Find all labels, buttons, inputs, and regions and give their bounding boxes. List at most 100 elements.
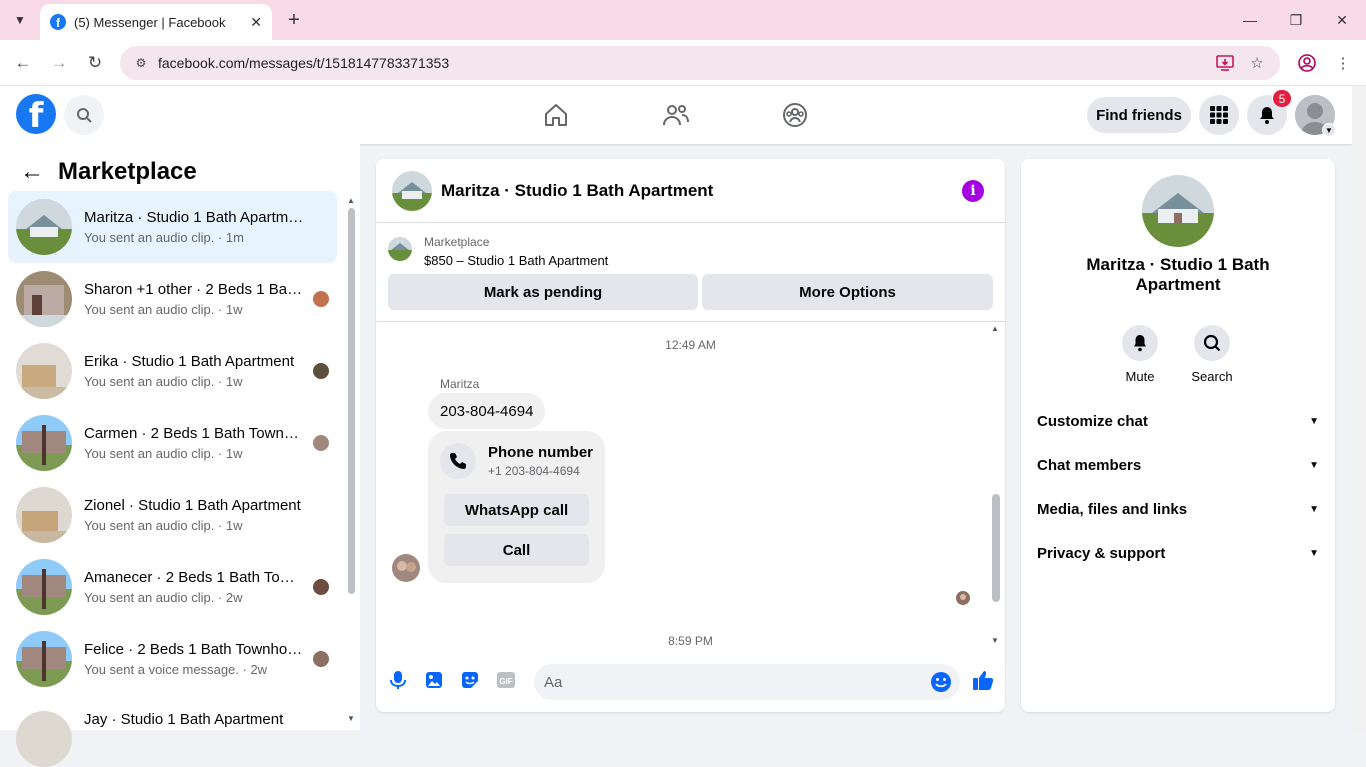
read-receipt-avatar xyxy=(956,591,970,605)
groups-icon[interactable] xyxy=(780,100,810,130)
search-action[interactable]: Search xyxy=(1182,325,1242,384)
marketplace-listing[interactable]: Marketplace $850 – Studio 1 Bath Apartme… xyxy=(388,235,608,268)
minimize-icon[interactable]: — xyxy=(1240,10,1260,30)
mute-action[interactable]: Mute xyxy=(1110,325,1170,384)
info-icon[interactable]: i xyxy=(962,180,984,202)
search-label: Search xyxy=(1191,369,1233,384)
call-button[interactable]: Call xyxy=(444,534,589,566)
conversation-preview: You sent an audio clip. · 2w xyxy=(84,590,243,605)
details-name: Maritza · Studio 1 Bath Apartment xyxy=(1086,255,1270,294)
more-options-button[interactable]: More Options xyxy=(702,274,993,310)
listing-thumbnail xyxy=(388,237,412,261)
browser-menu-icon[interactable]: ⋮ xyxy=(1332,52,1354,74)
seen-avatar xyxy=(313,363,329,379)
profile-icon[interactable] xyxy=(1296,52,1318,74)
conversation-name: Sharon +1 other · 2 Beds 1 Bath Townhous… xyxy=(84,281,304,298)
phone-number-card: Phone number +1 203-804-4694 WhatsApp ca… xyxy=(428,431,605,583)
chat-avatar[interactable] xyxy=(392,170,432,211)
conversation-item[interactable]: Sharon +1 other · 2 Beds 1 Bath Townhous… xyxy=(8,263,337,335)
conversation-preview: You sent an audio clip. · 1m xyxy=(84,230,244,245)
tab-search-chevron-icon[interactable]: ▼ xyxy=(8,8,32,32)
facebook-logo-icon[interactable]: f xyxy=(16,94,56,134)
url-text[interactable]: facebook.com/messages/t/1518147783371353 xyxy=(158,55,449,71)
house-thumbnail xyxy=(16,271,72,327)
friends-icon[interactable] xyxy=(661,100,691,130)
apartment-thumbnail xyxy=(16,343,72,399)
chat-members-row[interactable]: Chat members ▼ xyxy=(1037,445,1319,485)
like-thumbs-up-icon[interactable] xyxy=(971,668,995,692)
message-bubble[interactable]: 203-804-4694 xyxy=(428,393,546,429)
chevron-down-icon: ▼ xyxy=(1309,415,1319,427)
chat-details-panel: Maritza · Studio 1 Bath Apartment Mute S… xyxy=(1021,159,1335,712)
conversation-list-scrollbar[interactable]: ▲ ▼ xyxy=(344,196,358,726)
chevron-down-icon: ▼ xyxy=(1309,459,1319,471)
forward-icon[interactable]: → xyxy=(48,52,70,74)
conversation-preview: You sent an audio clip. · 1w xyxy=(84,374,243,389)
conversation-preview: You sent an audio clip. · 1w xyxy=(84,518,243,533)
house-thumbnail xyxy=(16,199,72,255)
seen-avatar xyxy=(313,579,329,595)
conversation-item[interactable]: Maritza · Studio 1 Bath Apartment You sen… xyxy=(8,191,337,263)
emoji-icon[interactable] xyxy=(930,671,952,693)
browser-tab-bar: ▼ f (5) Messenger | Facebook ✕ + — ❐ ✕ xyxy=(0,0,1366,40)
search-icon[interactable] xyxy=(1194,325,1230,361)
conversation-preview: You sent an audio clip. · 1w xyxy=(84,446,243,461)
whatsapp-call-button[interactable]: WhatsApp call xyxy=(444,494,589,526)
home-icon[interactable] xyxy=(541,100,571,130)
phone-icon xyxy=(440,443,476,479)
mark-as-pending-button[interactable]: Mark as pending xyxy=(388,274,698,310)
omnibox[interactable]: ⚙ facebook.com/messages/t/15181477833713… xyxy=(120,46,1280,80)
chat-title[interactable]: Maritza · Studio 1 Bath Apartment xyxy=(441,181,713,201)
conversation-item[interactable]: Jay · Studio 1 Bath Apartment xyxy=(8,695,337,767)
bell-icon[interactable] xyxy=(1122,325,1158,361)
site-info-icon[interactable]: ⚙ xyxy=(132,54,150,72)
install-app-icon[interactable] xyxy=(1214,52,1236,74)
media-files-links-row[interactable]: Media, files and links ▼ xyxy=(1037,489,1319,529)
close-tab-icon[interactable]: ✕ xyxy=(250,14,262,31)
customize-chat-row[interactable]: Customize chat ▼ xyxy=(1037,401,1319,441)
row-label: Media, files and links xyxy=(1037,500,1188,518)
back-icon[interactable]: ← xyxy=(12,52,34,74)
message-input-wrapper xyxy=(534,664,960,700)
conversation-item[interactable]: Amanecer · 2 Beds 1 Bath Townhouse You se… xyxy=(8,551,337,623)
restore-icon[interactable]: ❐ xyxy=(1286,10,1306,30)
sender-avatar[interactable] xyxy=(392,554,420,582)
message-input[interactable] xyxy=(544,673,914,691)
close-window-icon[interactable]: ✕ xyxy=(1332,10,1352,30)
conversation-item[interactable]: Carmen · 2 Beds 1 Bath Townhouse You sent… xyxy=(8,407,337,479)
search-icon[interactable] xyxy=(64,95,104,135)
sticker-icon[interactable] xyxy=(458,668,482,692)
message-scrollbar[interactable]: ▲ ▼ xyxy=(989,322,1003,655)
seen-avatar xyxy=(313,291,329,307)
townhouse-thumbnail xyxy=(16,631,72,687)
svg-text:GIF: GIF xyxy=(499,677,512,686)
account-chevron-icon[interactable]: ▼ xyxy=(1322,123,1336,137)
find-friends-button[interactable]: Find friends xyxy=(1087,97,1191,133)
chat-header: Maritza · Studio 1 Bath Apartment xyxy=(376,159,1005,223)
back-arrow-icon[interactable]: ← xyxy=(20,158,44,186)
bookmark-star-icon[interactable]: ☆ xyxy=(1246,52,1268,74)
menu-grid-icon[interactable] xyxy=(1199,95,1239,135)
photo-icon[interactable] xyxy=(422,668,446,692)
conversation-item[interactable]: Felice · 2 Beds 1 Bath Townhouse You sent… xyxy=(8,623,337,695)
message-composer: GIF xyxy=(376,654,1005,712)
timestamp: 8:59 PM xyxy=(668,634,713,648)
privacy-support-row[interactable]: Privacy & support ▼ xyxy=(1037,533,1319,573)
page-scrollbar[interactable] xyxy=(1352,86,1366,730)
chat-panel: Maritza · Studio 1 Bath Apartment i Mark… xyxy=(376,159,1005,712)
seen-avatar xyxy=(313,435,329,451)
details-avatar[interactable] xyxy=(1142,175,1214,247)
card-phone-number: +1 203-804-4694 xyxy=(488,464,580,478)
chevron-down-icon: ▼ xyxy=(1309,503,1319,515)
reload-icon[interactable]: ↻ xyxy=(84,52,106,74)
card-title: Phone number xyxy=(488,444,594,461)
townhouse-thumbnail xyxy=(16,415,72,471)
townhouse-thumbnail xyxy=(16,559,72,615)
gif-icon[interactable]: GIF xyxy=(494,668,518,692)
browser-tab[interactable]: f (5) Messenger | Facebook ✕ xyxy=(40,4,272,40)
conversation-item[interactable]: Erika · Studio 1 Bath Apartment You sent … xyxy=(8,335,337,407)
conversation-name: Felice · 2 Beds 1 Bath Townhouse xyxy=(84,641,304,658)
new-tab-icon[interactable]: + xyxy=(282,8,306,32)
microphone-icon[interactable] xyxy=(386,668,410,692)
conversation-item[interactable]: Zionel · Studio 1 Bath Apartment You sent… xyxy=(8,479,337,551)
